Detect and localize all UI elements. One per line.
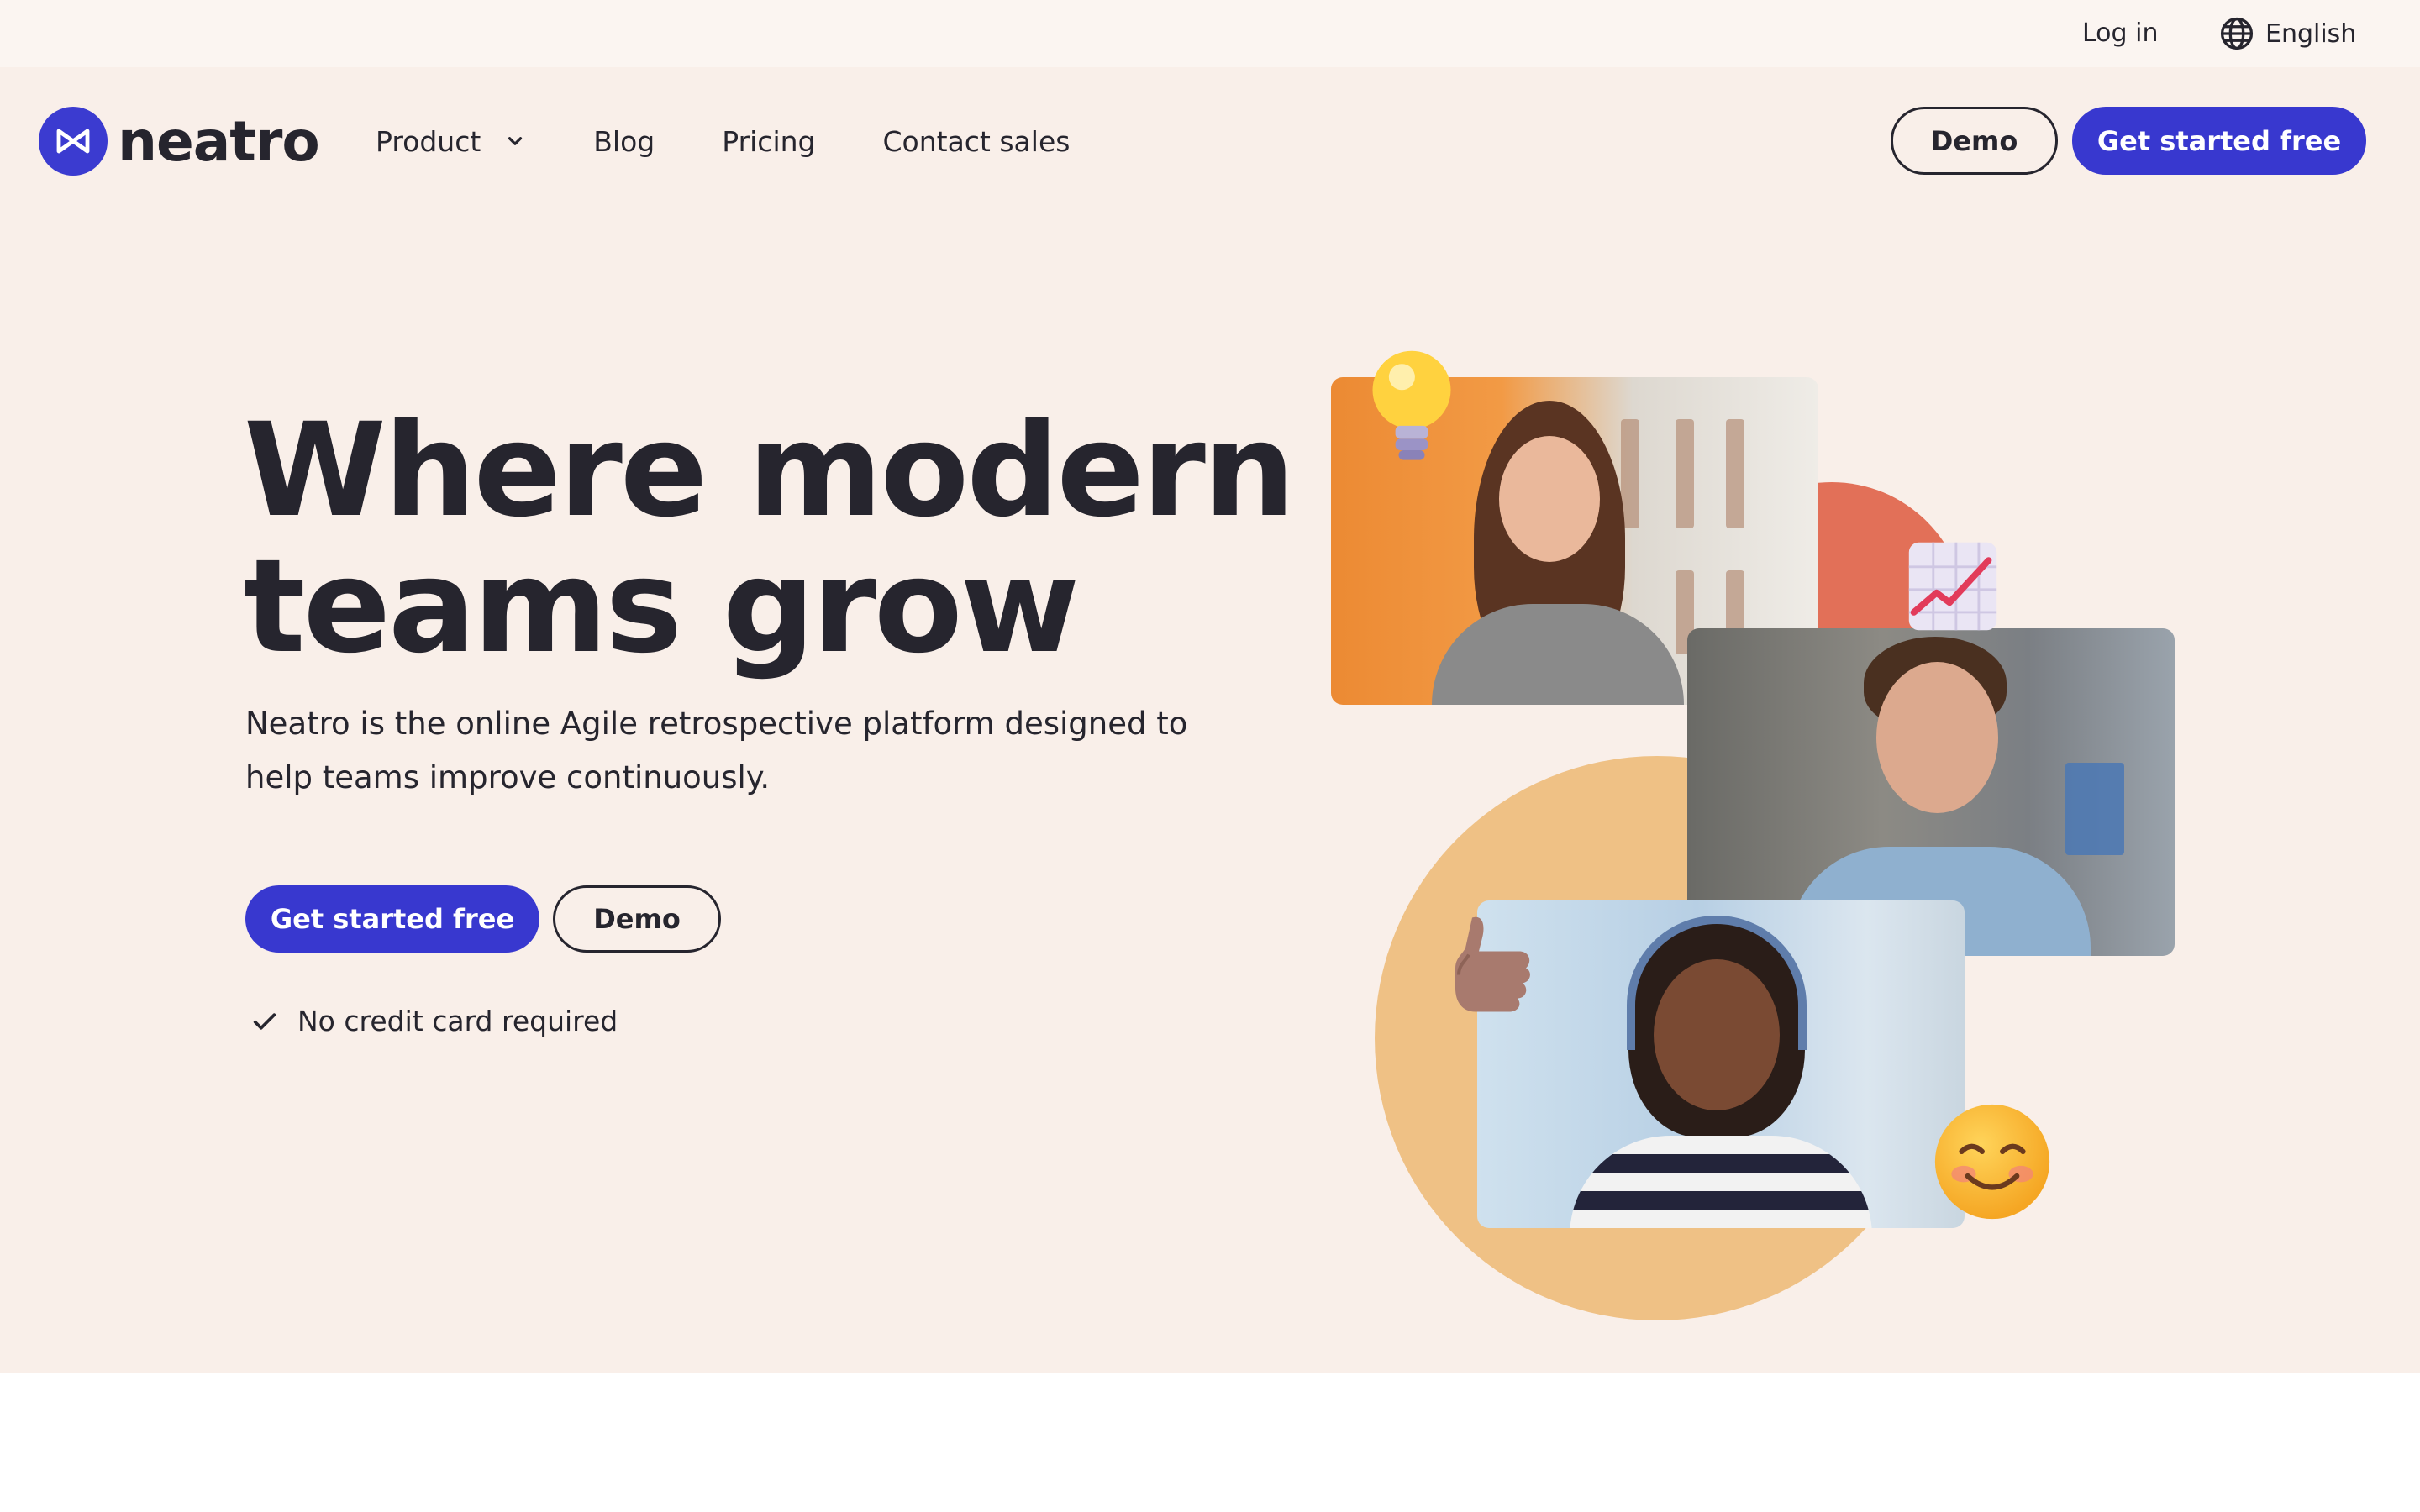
chart-emoji	[1908, 542, 1997, 631]
logo-wordmark: neatro	[118, 108, 320, 174]
subtext-line-1: Neatro is the online Agile retrospective…	[245, 706, 1188, 742]
nav-demo-button[interactable]: Demo	[1891, 107, 2058, 175]
team-photo-headphones	[1477, 900, 1965, 1228]
smiling-face-emoji	[1934, 1104, 2050, 1220]
face-shape	[1499, 436, 1600, 562]
lightbulb-emoji	[1372, 350, 1451, 460]
thumbs-up-emoji	[1455, 916, 1530, 1012]
monitor-detail	[2065, 763, 2124, 855]
headline-line-2: teams grow	[244, 532, 1080, 682]
window-detail	[1726, 419, 1744, 528]
nav-item-label: Product	[376, 124, 481, 158]
nav-item-pricing[interactable]: Pricing	[722, 125, 815, 158]
window-detail	[1676, 419, 1694, 528]
hero-headline: Where modern teams grow	[244, 396, 1296, 682]
logo-mark-icon	[39, 107, 108, 176]
nav-item-blog[interactable]: Blog	[593, 125, 655, 158]
hero-section: neatro Product Blog Pricing Contact sale…	[0, 67, 2420, 1373]
login-link[interactable]: Log in	[2082, 17, 2158, 50]
note-text: No credit card required	[297, 1005, 618, 1037]
no-credit-card-note: No credit card required	[250, 1005, 618, 1037]
body-shape	[1432, 604, 1684, 705]
face-shape	[1876, 662, 1998, 813]
subtext-line-2: help teams improve continuously.	[245, 759, 771, 795]
headline-line-1: Where modern	[244, 396, 1296, 546]
utility-bar: Log in English	[0, 0, 2420, 67]
language-selector[interactable]: English	[2218, 15, 2356, 52]
nav-item-contact-sales[interactable]: Contact sales	[882, 125, 1070, 158]
globe-icon	[2220, 17, 2254, 50]
logo[interactable]: neatro	[39, 107, 320, 176]
chevron-down-icon	[508, 137, 523, 145]
nav-get-started-button[interactable]: Get started free	[2072, 107, 2366, 175]
nav-item-product[interactable]: Product	[376, 125, 526, 158]
page: Log in English neatro Product Blog Prici…	[0, 0, 2420, 1512]
hero-get-started-button[interactable]: Get started free	[245, 885, 539, 953]
hero-subtext: Neatro is the online Agile retrospective…	[245, 697, 1212, 805]
body-shape	[1570, 1136, 1872, 1228]
language-label: English	[2265, 18, 2357, 49]
main-nav: Product Blog Pricing Contact sales	[376, 121, 1070, 161]
hero-demo-button[interactable]: Demo	[553, 885, 721, 953]
headphones-shape	[1627, 916, 1807, 1050]
check-icon	[253, 1012, 276, 1030]
